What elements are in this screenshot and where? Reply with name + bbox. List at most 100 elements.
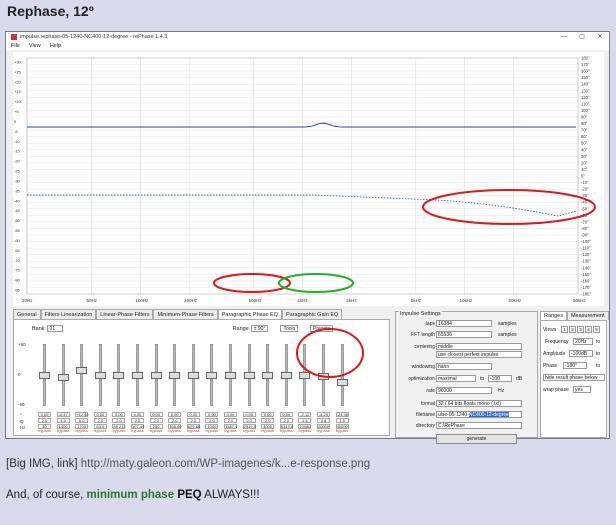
- fader-knob[interactable]: [262, 371, 274, 379]
- optimization-db-select[interactable]: -100: [488, 375, 512, 382]
- fader-knob[interactable]: [94, 371, 106, 379]
- band-deg-field[interactable]: -4.24: [317, 412, 330, 417]
- menu-file[interactable]: File: [6, 42, 24, 50]
- eq-fader-14[interactable]: [280, 344, 293, 406]
- view-4-button[interactable]: 4: [585, 326, 592, 333]
- bypass-button[interactable]: bypass: [111, 428, 126, 433]
- band-deg-field[interactable]: -6.47: [56, 412, 70, 417]
- view-1-button[interactable]: 1: [561, 326, 568, 333]
- bank-select[interactable]: 01: [46, 325, 63, 332]
- band-q-field[interactable]: 1.6: [298, 418, 312, 423]
- eq-fader-5[interactable]: [112, 344, 125, 406]
- phase-select[interactable]: -180°: [563, 362, 587, 369]
- band-q-field[interactable]: 2.0: [38, 418, 51, 423]
- centering-select[interactable]: middle: [436, 343, 522, 350]
- frequency-select[interactable]: 20Hz: [573, 338, 593, 345]
- band-q-field[interactable]: 2.0: [186, 418, 200, 423]
- eq-fader-3[interactable]: [75, 344, 88, 406]
- eq-fader-2[interactable]: [57, 344, 70, 406]
- band-deg-field[interactable]: -24.35: [335, 412, 349, 417]
- band-q-field[interactable]: 2.0: [261, 418, 275, 423]
- fader-knob[interactable]: [206, 371, 218, 379]
- band-q-field[interactable]: 2.0: [168, 418, 182, 423]
- band-q-field[interactable]: 2.0: [242, 418, 256, 423]
- fader-knob[interactable]: [225, 371, 236, 379]
- bypass-button[interactable]: bypass: [37, 428, 52, 433]
- image-link[interactable]: http://maty.galeon.com/WP-imagenes/k...e…: [81, 458, 370, 470]
- bypass-button[interactable]: bypass: [56, 428, 71, 433]
- fader-knob[interactable]: [150, 371, 162, 379]
- band-deg-field[interactable]: 0.00: [112, 412, 126, 417]
- bypass-button[interactable]: bypass: [297, 428, 312, 433]
- fader-knob[interactable]: [132, 371, 143, 379]
- band-q-field[interactable]: 2.0: [224, 418, 237, 423]
- tab-linear-phase-filters[interactable]: Linear-Phase Filters: [96, 309, 154, 319]
- format-select[interactable]: 32 / 64 bits floats mono (.txt): [436, 400, 522, 407]
- menu-view[interactable]: View: [24, 42, 45, 50]
- fader-knob[interactable]: [299, 372, 311, 380]
- presets-button[interactable]: Presets: [310, 325, 334, 332]
- optimization-select[interactable]: maximal: [436, 375, 476, 382]
- view-5-button[interactable]: 5: [593, 326, 600, 333]
- band-deg-field[interactable]: 0.00: [224, 412, 237, 417]
- centering-mode-select[interactable]: use closest perfect impulse: [436, 351, 522, 358]
- view-2-button[interactable]: 2: [569, 326, 576, 333]
- band-deg-field[interactable]: 0.00: [279, 412, 293, 417]
- bypass-button[interactable]: bypass: [167, 428, 182, 433]
- bypass-button[interactable]: bypass: [74, 428, 89, 433]
- wrap-phase-select[interactable]: yes: [573, 386, 591, 393]
- eq-fader-1[interactable]: [38, 344, 51, 406]
- taps-input[interactable]: 16384: [436, 320, 492, 327]
- band-deg-field[interactable]: 0.00: [205, 412, 219, 417]
- tab-paragraphic-phase-eq[interactable]: Paragraphic Phase EQ: [217, 309, 282, 319]
- band-deg-field[interactable]: 0.00: [131, 412, 144, 417]
- bypass-button[interactable]: bypass: [130, 428, 145, 433]
- band-q-field[interactable]: 2.0: [112, 418, 126, 423]
- band-deg-field[interactable]: -2.12: [298, 412, 312, 417]
- bypass-button[interactable]: bypass: [335, 428, 350, 433]
- bypass-button[interactable]: bypass: [149, 428, 164, 433]
- band-q-field[interactable]: 2.0: [93, 418, 107, 423]
- band-q-field[interactable]: 0.6: [317, 418, 330, 423]
- fft-select[interactable]: 65536: [436, 331, 492, 338]
- rate-select[interactable]: 96000: [436, 387, 492, 394]
- maximize-button[interactable]: ▢: [573, 32, 591, 42]
- band-q-field[interactable]: 6.0: [75, 418, 89, 423]
- fader-knob[interactable]: [280, 371, 292, 379]
- menu-help[interactable]: Help: [45, 42, 65, 50]
- fader-knob[interactable]: [76, 367, 88, 375]
- eq-fader-9[interactable]: [187, 344, 200, 406]
- eq-fader-6[interactable]: [131, 344, 144, 406]
- band-q-field[interactable]: 2.0: [131, 418, 144, 423]
- bypass-button[interactable]: bypass: [186, 428, 201, 433]
- fader-knob[interactable]: [187, 371, 199, 379]
- band-deg-field[interactable]: 0.00: [149, 412, 163, 417]
- eq-fader-15[interactable]: [298, 344, 311, 406]
- tab-minimum-phase-filters[interactable]: Minimum-Phase Filters: [153, 309, 218, 319]
- fader-knob[interactable]: [113, 371, 125, 379]
- amplitude-select[interactable]: -100dB: [569, 350, 593, 357]
- fader-knob[interactable]: [318, 372, 329, 380]
- directory-input[interactable]: C:\RePhase: [436, 422, 522, 429]
- fader-knob[interactable]: [57, 373, 69, 381]
- eq-fader-10[interactable]: [205, 344, 218, 406]
- band-deg-field[interactable]: 0.00: [38, 412, 51, 417]
- band-deg-field[interactable]: 0.00: [261, 412, 275, 417]
- tab-filters-linearization[interactable]: Filters Linearization: [40, 309, 97, 319]
- bypass-button[interactable]: bypass: [204, 428, 219, 433]
- tab-paragraphic-gain-eq[interactable]: Paragraphic Gain EQ: [281, 309, 343, 319]
- fader-knob[interactable]: [39, 371, 50, 379]
- range-select[interactable]: ± 90°: [250, 325, 269, 332]
- hide-phase-below-toggle[interactable]: hide result phase below: [543, 374, 605, 381]
- minimize-button[interactable]: —: [555, 32, 573, 42]
- eq-fader-4[interactable]: [94, 344, 107, 406]
- bypass-button[interactable]: bypass: [316, 428, 331, 433]
- band-q-field[interactable]: 4.0: [56, 418, 70, 423]
- fader-knob[interactable]: [169, 371, 181, 379]
- tab-general[interactable]: General: [13, 309, 41, 319]
- band-deg-field[interactable]: 0.00: [168, 412, 182, 417]
- tools-button[interactable]: Tools: [280, 325, 299, 332]
- view-3-button[interactable]: 3: [577, 326, 584, 333]
- windowing-select[interactable]: hann: [436, 363, 492, 370]
- band-q-field[interactable]: 2.0: [205, 418, 219, 423]
